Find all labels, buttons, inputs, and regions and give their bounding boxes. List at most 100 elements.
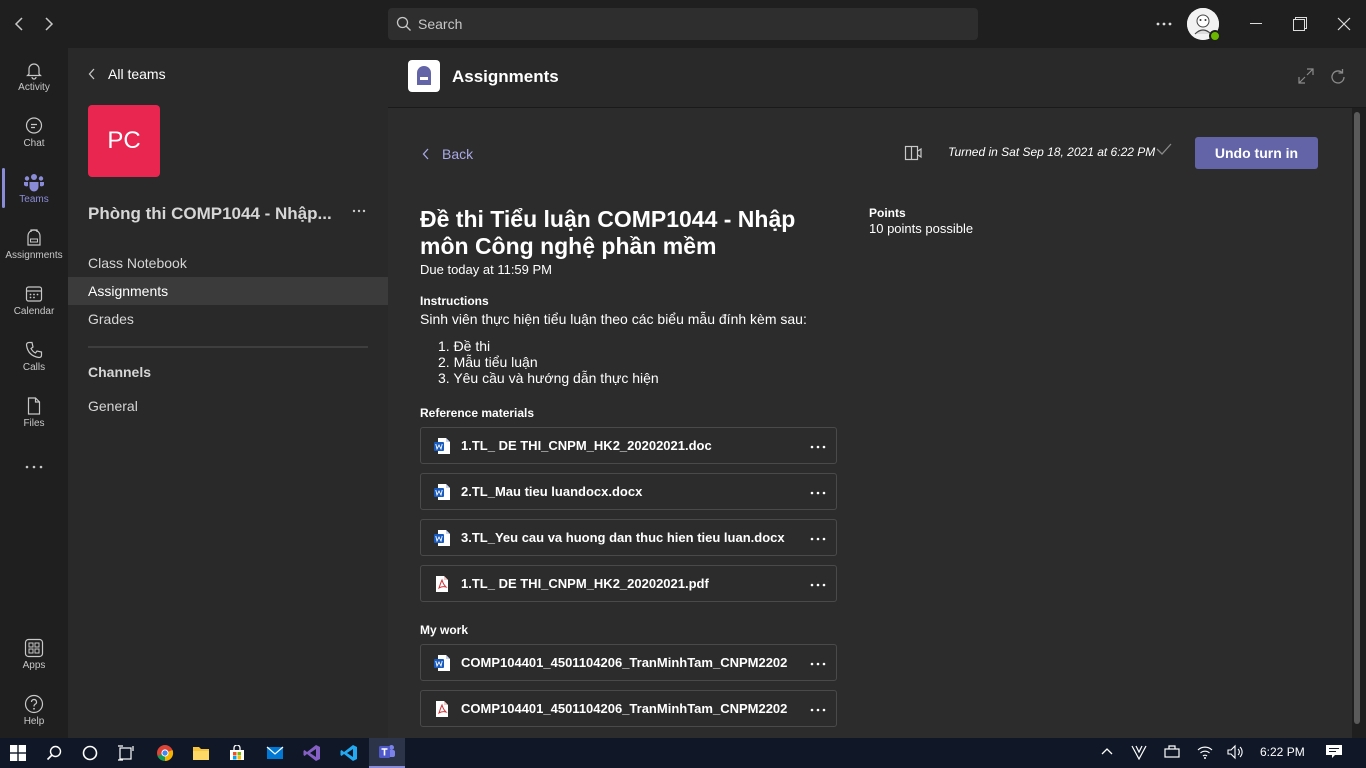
- file-more-icon[interactable]: [810, 436, 826, 452]
- tray-chevron-up-icon[interactable]: [1100, 744, 1114, 761]
- assignments-app-icon: [408, 60, 440, 92]
- chrome-icon[interactable]: [147, 738, 183, 768]
- rail-item-files[interactable]: Files: [0, 384, 68, 440]
- list-item: 1. Đề thi: [438, 338, 491, 354]
- close-icon[interactable]: [1321, 0, 1366, 48]
- back-arrow-icon[interactable]: [8, 12, 32, 36]
- divider: [88, 346, 368, 348]
- channel-label: General: [88, 398, 138, 414]
- notification-center-icon[interactable]: [1325, 744, 1343, 763]
- mail-icon[interactable]: [257, 738, 293, 768]
- refresh-icon[interactable]: [1329, 68, 1347, 91]
- all-teams-link[interactable]: All teams: [88, 66, 166, 82]
- taskbar: 6:22 PM: [0, 738, 1366, 768]
- bell-icon: [26, 62, 42, 80]
- all-teams-label: All teams: [108, 66, 166, 82]
- reference-file-card[interactable]: 2.TL_Mau tieu luandocx.docx: [420, 473, 837, 510]
- file-name: 1.TL_ DE THI_CNPM_HK2_20202021.doc: [461, 438, 712, 453]
- taskbar-search-icon[interactable]: [36, 738, 72, 768]
- search-input[interactable]: Search: [388, 8, 978, 40]
- team-more-icon[interactable]: [352, 200, 366, 218]
- app-header: Assignments: [388, 48, 1366, 108]
- apps-icon: [24, 638, 44, 657]
- my-work-file-card[interactable]: COMP104401_4501104206_TranMinhTam_CNPM22…: [420, 690, 837, 727]
- minimize-icon[interactable]: [1233, 0, 1279, 48]
- file-more-icon[interactable]: [810, 653, 826, 669]
- instructions-label: Instructions: [420, 294, 489, 308]
- rail-label: Calendar: [13, 305, 55, 317]
- undo-turn-in-button[interactable]: Undo turn in: [1195, 137, 1318, 169]
- reference-file-card[interactable]: 3.TL_Yeu cau va huong dan thuc hien tieu…: [420, 519, 837, 556]
- word-file-icon: [434, 529, 450, 546]
- file-more-icon[interactable]: [810, 482, 826, 498]
- search-placeholder: Search: [418, 16, 463, 32]
- teams-icon: [24, 173, 44, 191]
- rail-item-teams[interactable]: Teams: [0, 160, 68, 216]
- vscode-icon[interactable]: [331, 738, 367, 768]
- reference-file-card[interactable]: 1.TL_ DE THI_CNPM_HK2_20202021.doc: [420, 427, 837, 464]
- file-name: 2.TL_Mau tieu luandocx.docx: [461, 484, 643, 499]
- team-item-label: Assignments: [88, 283, 169, 299]
- file-explorer-icon[interactable]: [183, 738, 219, 768]
- volume-icon[interactable]: [1227, 744, 1245, 763]
- team-item-class-notebook[interactable]: Class Notebook: [68, 249, 388, 277]
- team-item-label: Grades: [88, 311, 134, 327]
- team-item-assignments[interactable]: Assignments: [68, 277, 388, 305]
- store-icon[interactable]: [219, 738, 255, 768]
- list-item: 3. Yêu cầu và hướng dẫn thực hiện: [438, 370, 659, 386]
- instructions-list: 1. Đề thi 2. Mẫu tiểu luận 3. Yêu cầu và…: [438, 338, 659, 386]
- file-name: COMP104401_4501104206_TranMinhTam_CNPM22…: [461, 701, 788, 716]
- teams-taskbar-icon[interactable]: [369, 738, 405, 768]
- rail-label: Help: [23, 715, 45, 727]
- team-pane: All teams PC Phòng thi COMP1044 - Nhập..…: [68, 48, 388, 738]
- visual-studio-icon[interactable]: [294, 738, 330, 768]
- reference-file-card[interactable]: 1.TL_ DE THI_CNPM_HK2_20202021.pdf: [420, 565, 837, 602]
- rail-label: Teams: [19, 193, 49, 205]
- rail-label: Files: [23, 417, 45, 429]
- file-more-icon[interactable]: [810, 574, 826, 590]
- windows-start-icon[interactable]: [0, 738, 36, 768]
- rail-item-help[interactable]: Help: [0, 682, 68, 738]
- cortana-icon[interactable]: [72, 738, 108, 768]
- team-item-label: Class Notebook: [88, 255, 187, 271]
- my-work-file-card[interactable]: COMP104401_4501104206_TranMinhTam_CNPM22…: [420, 644, 837, 681]
- restore-icon[interactable]: [1277, 0, 1323, 48]
- rail-more-icon[interactable]: [0, 440, 68, 496]
- team-item-grades[interactable]: Grades: [68, 305, 388, 333]
- app-title: Assignments: [452, 67, 559, 86]
- rail-item-chat[interactable]: Chat: [0, 104, 68, 160]
- rail-item-activity[interactable]: Activity: [0, 48, 68, 104]
- file-more-icon[interactable]: [810, 528, 826, 544]
- forward-arrow-icon[interactable]: [36, 12, 60, 36]
- search-icon: [396, 16, 411, 31]
- help-icon: [24, 694, 44, 713]
- taskbar-clock[interactable]: 6:22 PM: [1260, 745, 1305, 759]
- team-initials: PC: [107, 127, 141, 154]
- more-options-icon[interactable]: [1141, 0, 1187, 48]
- file-name: COMP104401_4501104206_TranMinhTam_CNPM22…: [461, 655, 788, 670]
- back-button[interactable]: Back: [422, 146, 473, 162]
- network-device-icon[interactable]: [1163, 744, 1181, 763]
- rail-label: Activity: [18, 81, 50, 93]
- rail-item-calls[interactable]: Calls: [0, 328, 68, 384]
- rail-item-calendar[interactable]: Calendar: [0, 272, 68, 328]
- avatar[interactable]: [1187, 8, 1221, 42]
- scrollbar[interactable]: [1354, 112, 1360, 724]
- task-view-icon[interactable]: [108, 738, 144, 768]
- check-icon: [1156, 142, 1172, 161]
- points-value: 10 points possible: [869, 221, 974, 236]
- team-tile: PC: [88, 105, 160, 177]
- rail-label: Calls: [22, 361, 46, 373]
- rail-item-apps[interactable]: Apps: [0, 626, 68, 682]
- team-name[interactable]: Phòng thi COMP1044 - Nhập...: [88, 204, 340, 224]
- due-date: Due today at 11:59 PM: [420, 262, 553, 277]
- word-file-icon: [434, 654, 450, 671]
- immersive-reader-icon[interactable]: [904, 144, 922, 167]
- channel-item-general[interactable]: General: [68, 392, 388, 420]
- vpn-app-icon[interactable]: [1131, 744, 1147, 763]
- expand-icon[interactable]: [1298, 68, 1314, 89]
- file-more-icon[interactable]: [810, 699, 826, 715]
- wifi-icon[interactable]: [1197, 744, 1213, 763]
- assignment-title: Đề thi Tiểu luận COMP1044 - Nhập môn Côn…: [420, 206, 796, 259]
- rail-item-assignments[interactable]: Assignments: [0, 216, 68, 272]
